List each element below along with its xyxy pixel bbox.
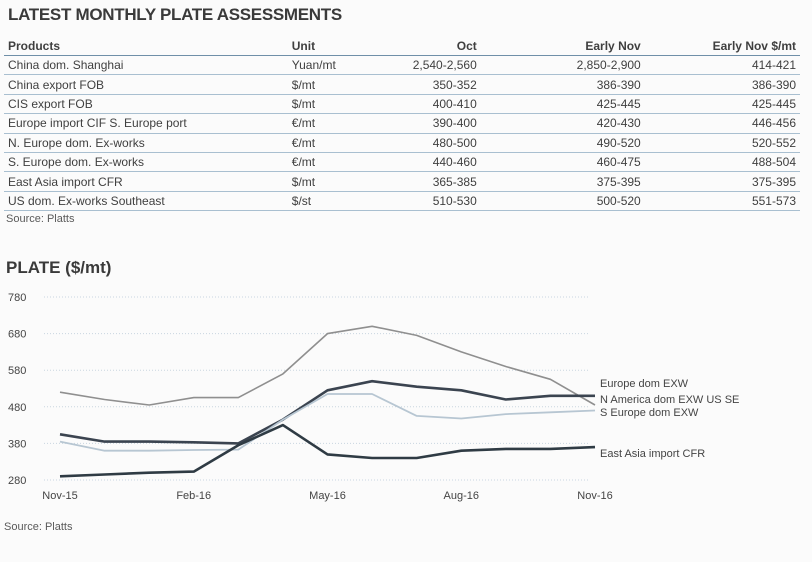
table-row: China dom. Shanghai Yuan/mt 2,540-2,560 … [4, 55, 800, 76]
x-tick-label: May-16 [309, 490, 346, 502]
table-row: CIS export FOB $/mt 400-410 425-445 425-… [4, 94, 800, 115]
legend-label: S Europe dom EXW [600, 407, 699, 419]
cell-product: N. Europe dom. Ex-works [4, 133, 288, 153]
cell-early-nov-usd: 425-445 [644, 94, 800, 115]
table-title: LATEST MONTHLY PLATE ASSESSMENTS [8, 5, 342, 24]
table-row: N. Europe dom. Ex-works €/mt 480-500 490… [4, 133, 800, 153]
series-line [59, 379, 595, 445]
cell-unit: $/st [287, 191, 356, 212]
cell-early-nov-usd: 520-552 [644, 133, 800, 153]
y-tick-label: 580 [8, 365, 26, 377]
cell-unit: €/mt [287, 133, 356, 153]
cell-unit: $/mt [287, 94, 356, 115]
plate-chart: 280 380 480 580 680 780 Nov-15 Feb-16 May-16 Aug-… [8, 292, 739, 502]
cell-early-nov: 460-475 [480, 152, 645, 173]
table-row: China export FOB $/mt 350-352 386-390 38… [4, 74, 800, 95]
y-tick-label: 280 [8, 475, 26, 487]
header-early-nov-usd: Early Nov $/mt [644, 37, 800, 56]
cell-early-nov: 386-390 [480, 74, 645, 95]
cell-early-nov: 425-445 [480, 94, 645, 115]
cell-product: Europe import CIF S. Europe port [4, 113, 288, 134]
header-oct: Oct [355, 37, 481, 56]
legend-label: N America dom EXW US SE [600, 394, 739, 406]
y-tick-label: 380 [8, 438, 26, 450]
x-tick-label: Nov-16 [577, 490, 612, 502]
cell-early-nov-usd: 386-390 [644, 74, 800, 95]
legend-label: Europe dom EXW [600, 378, 689, 390]
cell-oct: 440-460 [355, 152, 481, 173]
assessments-table: Products Unit Oct Early Nov Early Nov $/… [4, 37, 800, 212]
cell-oct: 390-400 [355, 113, 481, 134]
cell-oct: 400-410 [355, 94, 481, 115]
cell-product: East Asia import CFR [4, 171, 288, 192]
cell-oct: 510-530 [355, 191, 481, 212]
chart-title: PLATE ($/mt) [6, 258, 112, 277]
x-tick-label: Feb-16 [176, 490, 211, 502]
cell-oct: 480-500 [355, 133, 481, 153]
cell-early-nov: 2,850-2,900 [480, 55, 645, 76]
cell-early-nov-usd: 375-395 [644, 171, 800, 192]
cell-early-nov-usd: 488-504 [644, 152, 800, 173]
cell-early-nov: 490-520 [480, 133, 645, 153]
y-tick-label: 680 [8, 329, 26, 341]
cell-unit: €/mt [287, 152, 356, 173]
cell-early-nov-usd: 446-456 [644, 113, 800, 134]
cell-unit: $/mt [287, 74, 356, 95]
header-early-nov: Early Nov [480, 37, 645, 56]
cell-early-nov: 375-395 [480, 171, 645, 192]
cell-product: CIS export FOB [4, 94, 288, 115]
cell-product: China export FOB [4, 74, 288, 95]
table-row: US dom. Ex-works Southeast $/st 510-530 … [4, 191, 800, 212]
cell-product: China dom. Shanghai [4, 55, 288, 76]
cell-oct: 2,540-2,560 [355, 55, 481, 76]
cell-early-nov: 420-430 [480, 113, 645, 134]
cell-product: S. Europe dom. Ex-works [4, 152, 288, 173]
cell-unit: $/mt [287, 171, 356, 192]
cell-early-nov-usd: 414-421 [644, 55, 800, 76]
table-header-row: Products Unit Oct Early Nov Early Nov $/… [4, 37, 800, 56]
cell-unit: €/mt [287, 113, 356, 134]
table-row: East Asia import CFR $/mt 365-385 375-39… [4, 171, 800, 192]
cell-oct: 350-352 [355, 74, 481, 95]
table-source: Source: Platts [6, 213, 75, 225]
table-row: Europe import CIF S. Europe port €/mt 39… [4, 113, 800, 134]
y-tick-label: 480 [8, 402, 26, 414]
cell-early-nov: 500-520 [480, 191, 645, 212]
header-unit: Unit [287, 37, 356, 56]
cell-product: US dom. Ex-works Southeast [4, 191, 288, 212]
cell-unit: Yuan/mt [287, 55, 356, 76]
x-tick-label: Aug-16 [444, 490, 479, 502]
chart-source: Source: Platts [4, 521, 73, 533]
header-products: Products [4, 37, 288, 56]
legend-label: East Asia import CFR [600, 448, 705, 460]
y-tick-label: 780 [8, 292, 26, 304]
table-row: S. Europe dom. Ex-works €/mt 440-460 460… [4, 152, 800, 173]
cell-early-nov-usd: 551-573 [644, 191, 800, 212]
x-tick-label: Nov-15 [42, 490, 77, 502]
cell-oct: 365-385 [355, 171, 481, 192]
